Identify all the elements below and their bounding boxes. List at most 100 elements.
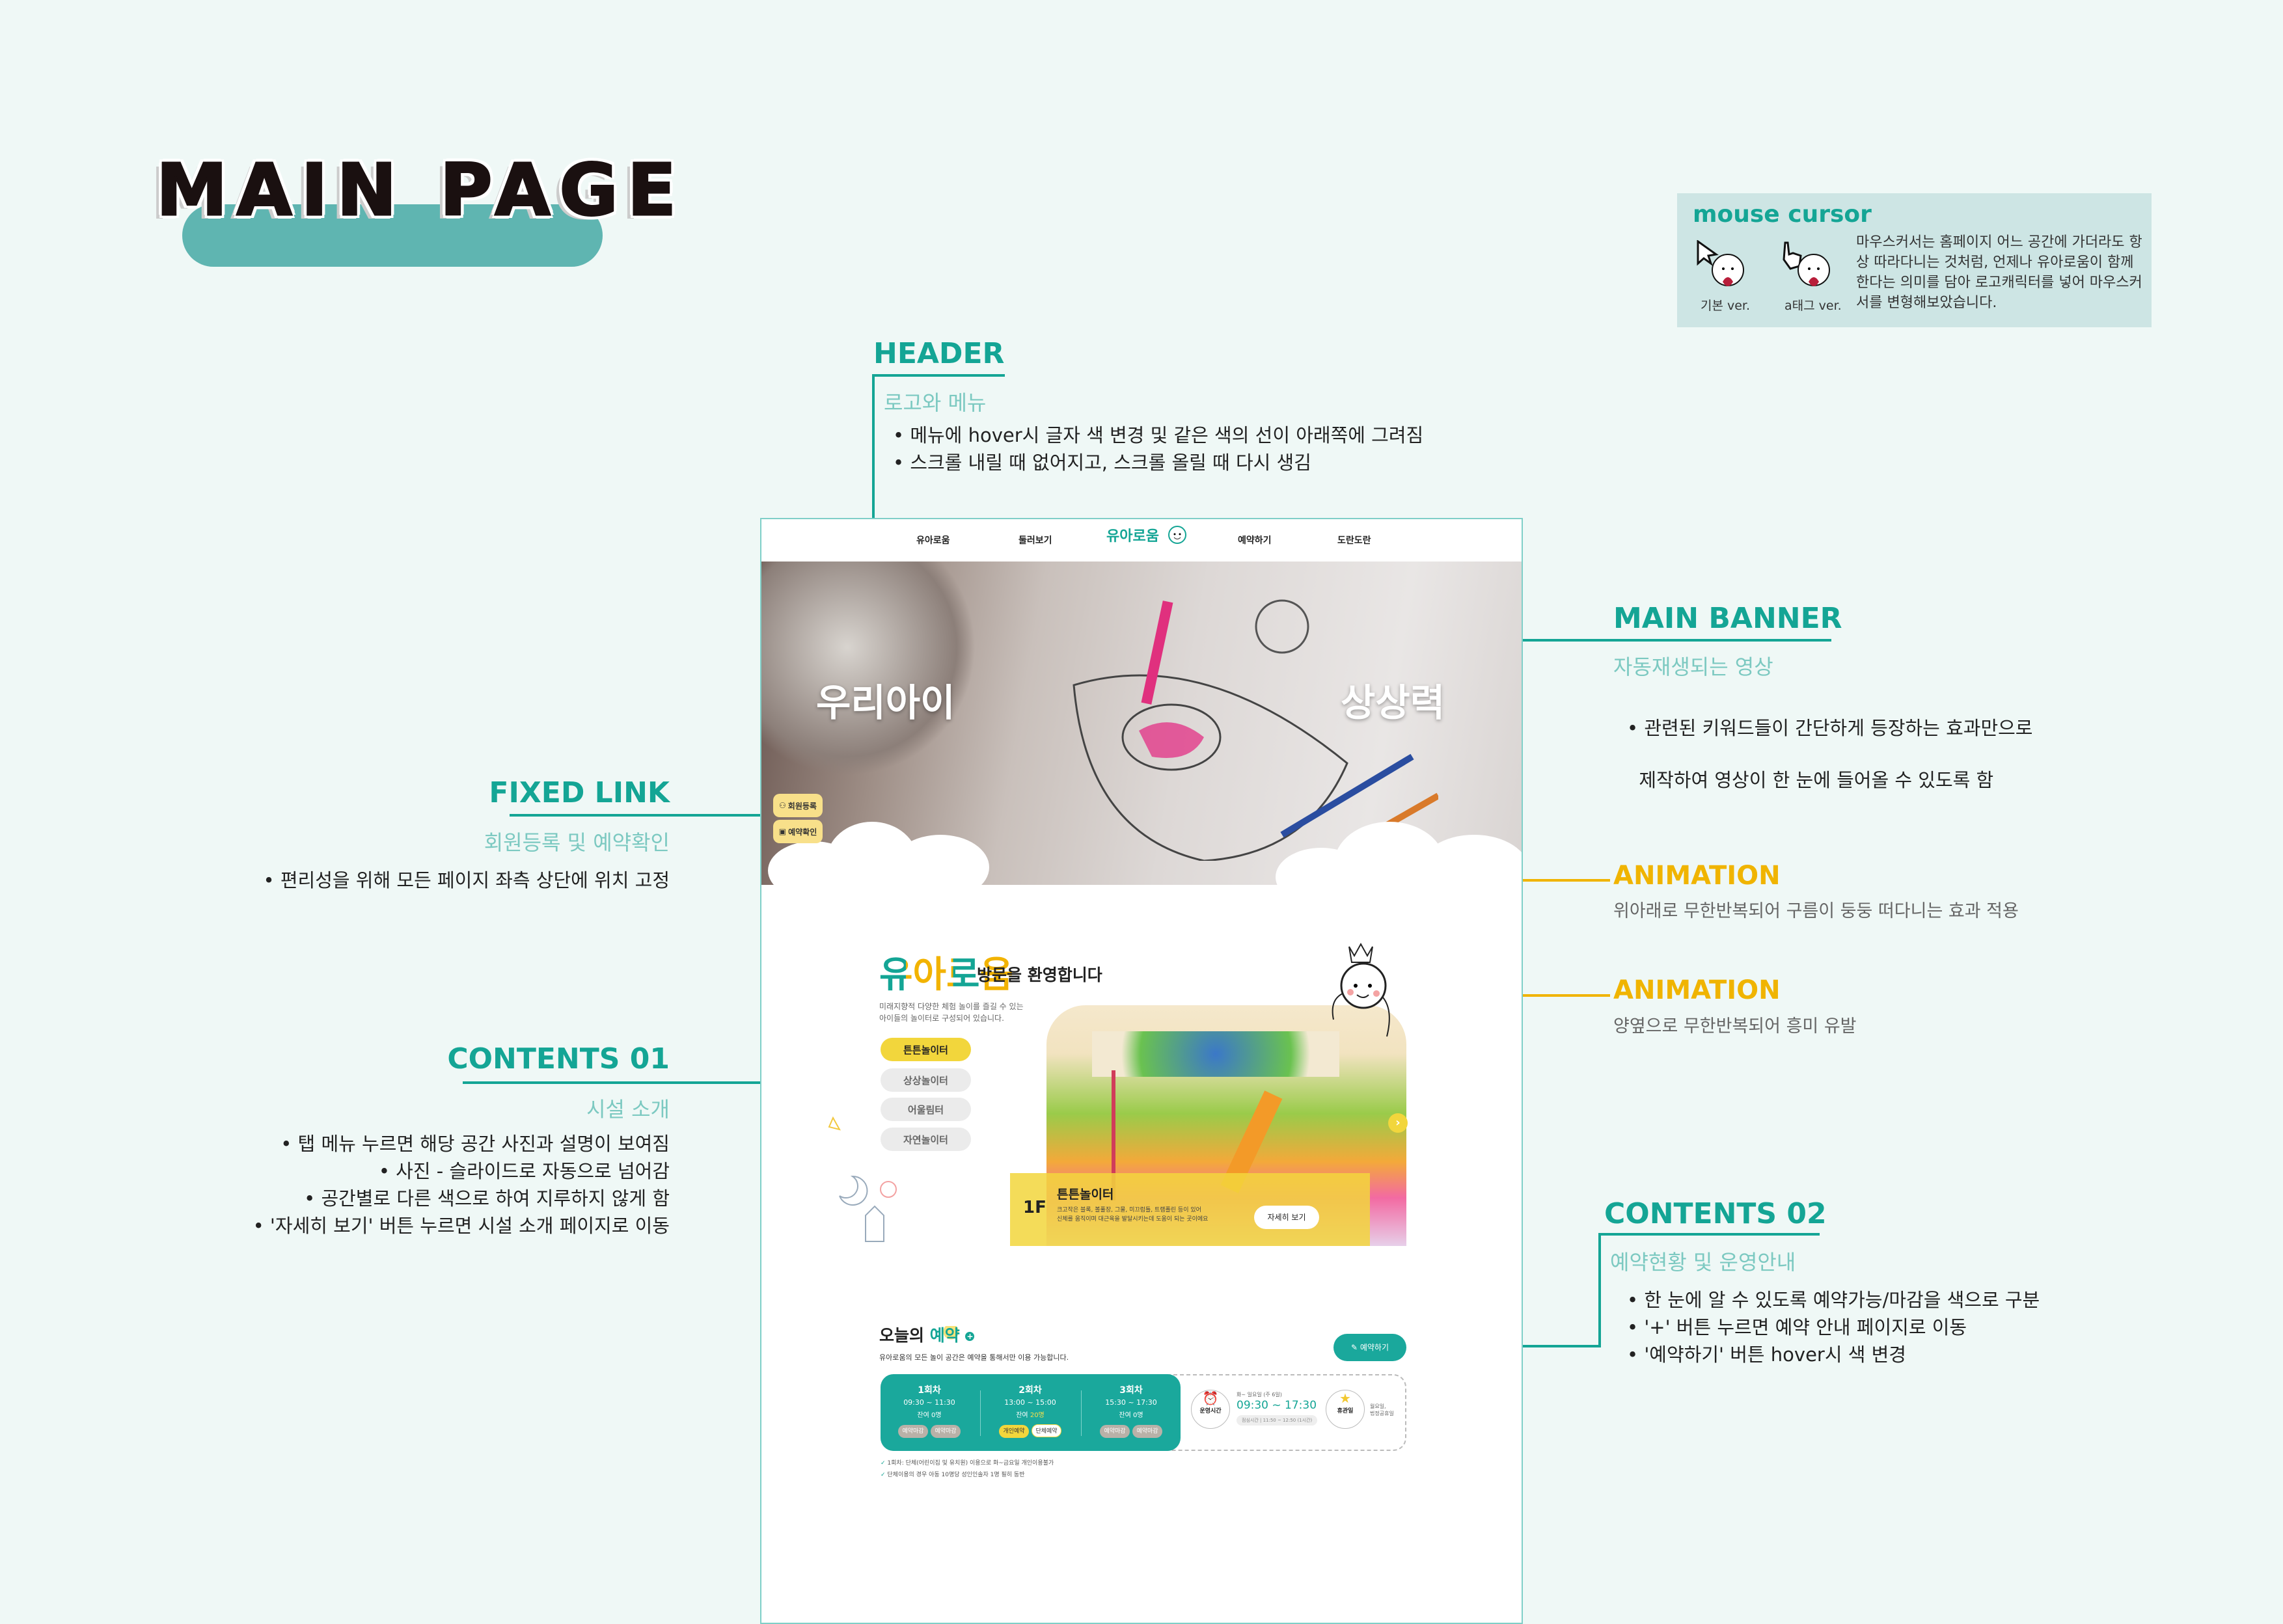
hours-label: 운영시간 (1199, 1408, 1222, 1414)
decorative-doodles (828, 1116, 897, 1242)
welcome-description: 미래지향적 다양한 체험 놀이를 즐길 수 있는 아이들의 놀이터로 구성되어 … (879, 1001, 1024, 1024)
reservation-slots-panel: 1회차 09:30 ~ 11:30 잔여 0명 예약마감 예약마감 2회차 13:… (881, 1374, 1181, 1451)
group-reserve-button[interactable]: 단체예약 (1032, 1424, 1061, 1437)
remain-label: 잔여 (1119, 1412, 1131, 1419)
banner-hand-shape (761, 562, 976, 776)
plus-icon[interactable]: + (965, 1332, 975, 1341)
individual-reserve-button[interactable]: 개인예약 (999, 1425, 1029, 1438)
contents-01-connector-line (463, 1081, 793, 1084)
hours-days: 화~ 일요일 (주 6일) (1237, 1392, 1282, 1398)
desc-line: 신체를 움직이며 대근육을 발달시키는데 도움이 되는 곳이에요 (1057, 1216, 1209, 1223)
slider-next-arrow-icon[interactable]: › (1388, 1113, 1408, 1133)
clock-icon: ⏰ (1202, 1390, 1219, 1406)
cloud-right (1419, 835, 1522, 906)
bullet: • 스크롤 내릴 때 없어지고, 스크롤 올릴 때 다시 생김 (893, 452, 1311, 474)
reservation-description: 유아로움의 모든 놀이 공간은 예약을 통해서만 이용 가능합니다. (879, 1353, 1069, 1362)
welcome-title: 방문을 환영합니다 (977, 966, 1102, 984)
contents-01-bullets: • 탭 메뉴 누르면 해당 공간 사진과 설명이 보여짐 • 사진 - 슬라이드… (253, 1130, 670, 1239)
bullet: • 사진 - 슬라이드로 자동으로 넘어감 (378, 1160, 670, 1182)
header-annotation-bullets: • 메뉴에 hover시 글자 색 변경 및 같은 색의 선이 아래쪽에 그려짐… (893, 422, 1423, 476)
photo-net-ceiling (1092, 1031, 1339, 1077)
remain-count: 0명 (931, 1412, 942, 1419)
closed-days: 월요일, 법정공휴일 (1370, 1403, 1394, 1417)
hours-badge: ⏰ 운영시간 (1191, 1390, 1230, 1429)
bullet: • 관련된 키워드들이 간단하게 등장하는 효과만으로 (1627, 717, 2033, 739)
tab-tunteun[interactable]: 튼튼놀이터 (881, 1038, 971, 1061)
slot-time: 09:30 ~ 11:30 (903, 1398, 955, 1407)
remain-count: 0명 (1133, 1412, 1143, 1419)
slot-time: 13:00 ~ 15:00 (1004, 1398, 1056, 1407)
fixed-link-annotation-label: FIXED LINK (489, 776, 670, 809)
hours-time: 09:30 ~ 17:30 (1237, 1399, 1317, 1412)
facility-info-band: 1F 튼튼놀이터 크고작은 블록, 볼풀장, 그물, 미끄럼틀, 트램폴린 등이… (1010, 1173, 1370, 1246)
mouse-cursor-description: 마우스커서는 홈페이지 어느 공간에 가더라도 항상 따라다니는 것처럼, 언제… (1856, 234, 2142, 311)
fixed-link-reservation-check[interactable]: ▣ 예약확인 (773, 820, 823, 843)
banner-keyword-left: 우리아이 (816, 681, 955, 725)
slot-divider (1081, 1390, 1082, 1436)
contents-01-label: CONTENTS 01 (447, 1042, 670, 1076)
closed-button: 예약마감 (1100, 1425, 1130, 1438)
mouse-cursor-heading: mouse cursor (1693, 201, 1872, 228)
contents-02-underline (1598, 1233, 1820, 1236)
animation-2-label: ANIMATION (1613, 975, 1781, 1005)
animation-2-sub: 양옆으로 무한반복되어 흥미 유발 (1613, 1016, 1857, 1036)
contents-02-vertical-line (1598, 1233, 1601, 1347)
reservation-title-a: 오늘의 (879, 1326, 925, 1345)
remain-label: 잔여 (1016, 1412, 1028, 1419)
closed-day: 월요일, (1370, 1403, 1386, 1409)
slot-1: 1회차 09:30 ~ 11:30 잔여 0명 예약마감 예약마감 (881, 1374, 978, 1438)
nav-item-community[interactable]: 도란도란 (1337, 534, 1371, 547)
detail-button[interactable]: 자세히 보기 (1254, 1206, 1319, 1229)
site-logo-text: 유아로움 (1106, 528, 1159, 545)
page-title: MAIN PAGE (156, 148, 685, 233)
bullet: • 메뉴에 hover시 글자 색 변경 및 같은 색의 선이 아래쪽에 그려짐 (893, 424, 1424, 446)
main-banner-video: 우리아이 상상력 (761, 562, 1522, 906)
check-icon: ✓ (881, 1472, 888, 1478)
floor-label: 1F (1023, 1198, 1046, 1217)
tab-sangsang[interactable]: 상상놀이터 (881, 1068, 971, 1092)
nav-item-about[interactable]: 유아로움 (916, 534, 950, 547)
bullet: 제작하여 영상이 한 눈에 들어올 수 있도록 함 (1627, 769, 1994, 791)
contents-01-sub: 시설 소개 (586, 1097, 670, 1122)
animation-1-label: ANIMATION (1613, 861, 1781, 891)
nav-item-tour[interactable]: 둘러보기 (1018, 534, 1052, 547)
character-mascot (1332, 942, 1390, 1037)
bullet: • '예약하기' 버튼 hover시 색 변경 (1627, 1344, 1906, 1366)
cursor-link-caption: a태그 ver. (1784, 299, 1842, 313)
main-banner-annotation-sub: 자동재생되는 영상 (1613, 655, 1773, 679)
pencil-icon: ✎ (1350, 1343, 1360, 1352)
reservation-notes: ✓ 1회차: 단체(어린이집 및 유치원) 이용으로 화~금요일 개인이용불가 … (881, 1457, 1054, 1481)
mouse-cursor-panel: mouse cursor 기본 ver. a태그 ver. 마우스커서는 홈페이… (1677, 193, 2152, 327)
fixed-link-member-register[interactable]: ⚇ 회원등록 (773, 794, 823, 817)
site-logo[interactable]: 유아로움 (1106, 523, 1190, 549)
star-calendar-icon: ★ (1339, 1390, 1351, 1406)
nav-item-reserve[interactable]: 예약하기 (1238, 534, 1272, 547)
closed-day: 법정공휴일 (1370, 1411, 1394, 1416)
cursor-hand-icon (1783, 241, 1830, 286)
lunch-time: 점심시간 | 11:50 ~ 12:50 (1시간) (1237, 1415, 1318, 1426)
animation-1-sub: 위아래로 무한반복되어 구름이 둥둥 떠다니는 효과 적용 (1613, 901, 2019, 921)
check-icon: ✓ (881, 1460, 888, 1467)
cloud-left (892, 835, 989, 900)
desc-line: 크고작은 블록, 볼풀장, 그물, 미끄럼틀, 트램폴린 등이 있어 (1057, 1207, 1201, 1213)
reservation-title-b: 예약 (929, 1326, 960, 1345)
closed-button: 예약마감 (931, 1425, 961, 1438)
space-name: 튼튼놀이터 (1057, 1187, 1114, 1202)
reserve-button[interactable]: ✎ 예약하기 (1333, 1334, 1406, 1361)
banner-keyword-right: 상상력 (1341, 681, 1445, 725)
website-mockup: 유아로움 둘러보기 유아로움 예약하기 도란도란 우리아이 상상력 ⚇ 회원등록 … (760, 518, 1523, 1624)
closed-badge: ★ 휴관일 (1326, 1390, 1365, 1429)
main-banner-annotation-label: MAIN BANNER (1613, 602, 1842, 635)
fixed-link-annotation-sub: 회원등록 및 예약확인 (484, 830, 670, 855)
space-description: 크고작은 블록, 볼풀장, 그물, 미끄럼틀, 트램폴린 등이 있어 신체를 움… (1057, 1206, 1208, 1224)
fixed-link-annotation-bullet: • 편리성을 위해 모든 페이지 좌측 상단에 위치 고정 (263, 869, 670, 891)
contents-02-label: CONTENTS 02 (1604, 1197, 1827, 1230)
reserve-button-label: 예약하기 (1360, 1343, 1389, 1352)
closed-label: 휴관일 (1337, 1408, 1354, 1414)
closed-button: 예약마감 (1132, 1425, 1162, 1438)
remain-label: 잔여 (917, 1412, 929, 1419)
reservation-title: 오늘의 예약 + (879, 1323, 975, 1346)
bullet: • '자세히 보기' 버튼 누르면 시설 소개 페이지로 이동 (253, 1215, 670, 1237)
fixed-link-label: 회원등록 (787, 801, 817, 811)
contents-02-bullets: • 한 눈에 알 수 있도록 예약가능/마감을 색으로 구분 • '+' 버튼 … (1627, 1286, 2040, 1368)
